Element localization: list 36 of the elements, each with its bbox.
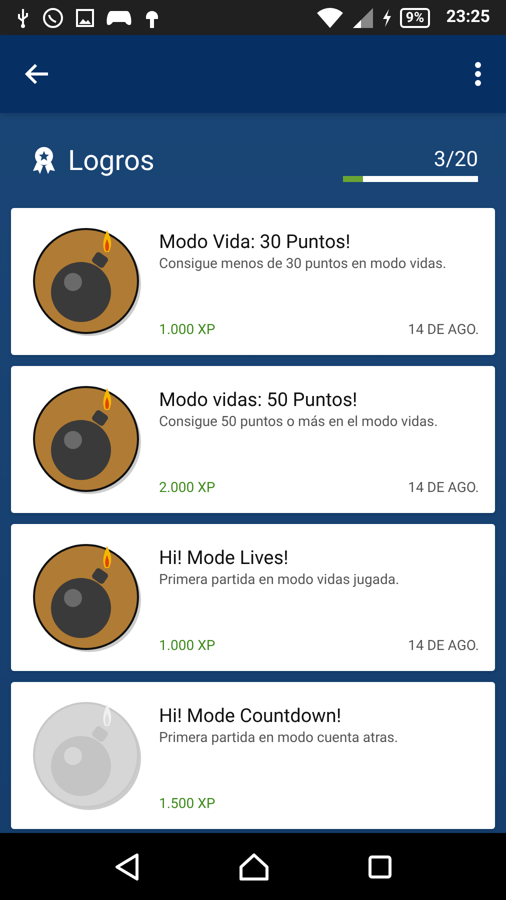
battery-indicator: 9% <box>400 8 430 28</box>
clock-time: 23:25 <box>446 6 490 29</box>
achievement-title: Modo vidas: 50 Puntos! <box>159 388 358 412</box>
xp-reward: 1.000 XP <box>159 321 216 340</box>
back-nav-button[interactable] <box>114 852 140 880</box>
unlock-date: 14 DE AGO. <box>408 321 479 340</box>
back-arrow-icon <box>24 62 50 86</box>
achievement-description: Consigue menos de 30 puntos en modo vidas. <box>159 255 448 274</box>
unlock-date: 14 DE AGO. <box>408 637 479 656</box>
achievement-description: Consigue 50 puntos o más en el modo vidas. <box>159 413 439 432</box>
achievement-title: Hi! Mode Lives! <box>159 546 290 570</box>
signal-icon <box>352 6 374 28</box>
award-ribbon-icon <box>32 146 56 176</box>
unlock-date: 14 DE AGO. <box>408 479 479 498</box>
more-options-button[interactable] <box>474 62 482 86</box>
square-icon <box>368 854 392 878</box>
achievement-description: Primera partida en modo vidas jugada. <box>159 571 400 590</box>
back-button[interactable] <box>24 62 50 86</box>
usb-icon <box>16 8 30 28</box>
gamepad-icon <box>106 8 132 26</box>
wifi-icon <box>316 6 344 28</box>
triangle-back-icon <box>114 852 140 880</box>
progress-count: 3/20 <box>434 148 478 172</box>
achievement-title: Modo Vida: 30 Puntos! <box>159 230 352 254</box>
image-icon <box>76 8 94 26</box>
achievement-description: Primera partida en modo cuenta atras. <box>159 729 400 748</box>
xp-reward: 2.000 XP <box>159 479 216 498</box>
recents-button[interactable] <box>368 854 392 878</box>
charging-icon <box>382 8 392 26</box>
achievement-title: Hi! Mode Countdown! <box>159 704 342 728</box>
xp-reward: 1.000 XP <box>159 637 216 656</box>
more-vertical-icon <box>474 62 482 86</box>
home-icon <box>238 852 269 880</box>
home-button[interactable] <box>238 852 269 880</box>
xp-reward: 1.500 XP <box>159 795 216 814</box>
page-title: Logros <box>68 142 154 178</box>
